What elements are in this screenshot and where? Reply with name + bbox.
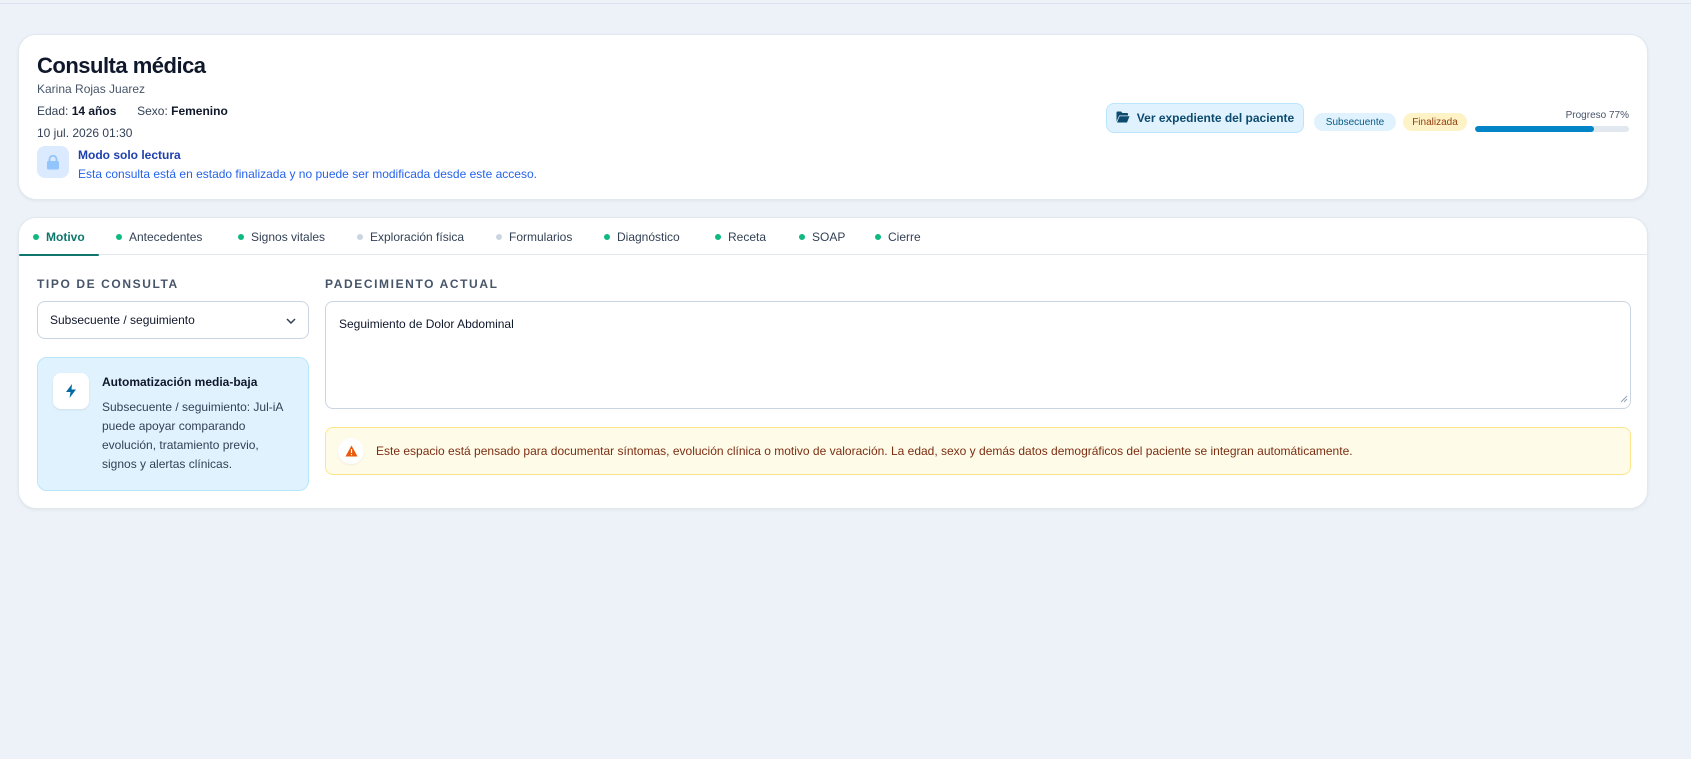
current-illness-label: PADECIMIENTO ACTUAL bbox=[325, 277, 499, 291]
status-dot-icon bbox=[604, 233, 610, 240]
tab-label: Exploración física bbox=[370, 229, 465, 244]
tab-label: Formularios bbox=[509, 229, 573, 244]
consult-type-select[interactable]: Subsecuente / seguimiento bbox=[37, 301, 309, 339]
info-notice: Este espacio está pensado para documenta… bbox=[325, 427, 1631, 475]
progress-label: Progreso 77% bbox=[1565, 110, 1629, 121]
view-patient-record-label: Ver expediente del paciente bbox=[1136, 111, 1295, 125]
resize-handle-icon[interactable] bbox=[1620, 392, 1628, 406]
status-dot-icon bbox=[116, 233, 122, 240]
chevron-down-icon bbox=[286, 313, 296, 327]
consult-type-value: Subsecuente / seguimiento bbox=[50, 313, 195, 327]
section-tabs: Motivo Antecedentes Signos vitales Explo… bbox=[19, 218, 1647, 256]
status-dot-icon bbox=[496, 233, 502, 240]
tab-diagnostico[interactable]: Diagnóstico bbox=[604, 218, 680, 255]
tab-receta[interactable]: Receta bbox=[715, 218, 766, 255]
readonly-description: Esta consulta está en estado finalizada … bbox=[78, 167, 537, 181]
tab-label: Cierre bbox=[888, 229, 921, 244]
status-dot-icon bbox=[33, 233, 39, 240]
age-label: Edad: bbox=[37, 104, 69, 118]
readonly-title: Modo solo lectura bbox=[78, 148, 181, 162]
tab-label: Receta bbox=[728, 229, 767, 244]
automation-panel: Automatización media-baja Subsecuente / … bbox=[37, 357, 309, 491]
view-patient-record-button[interactable]: Ver expediente del paciente bbox=[1106, 103, 1304, 133]
tab-label: Signos vitales bbox=[251, 229, 326, 244]
status-dot-icon bbox=[715, 233, 721, 240]
status-dot-icon bbox=[238, 233, 244, 240]
tab-label: Antecedentes bbox=[129, 229, 203, 244]
tab-soap[interactable]: SOAP bbox=[799, 218, 845, 255]
lock-icon bbox=[37, 146, 69, 178]
tab-cierre[interactable]: Cierre bbox=[875, 218, 921, 255]
automation-text: Subsecuente / seguimiento: Jul-iA puede … bbox=[102, 400, 283, 471]
consultation-datetime: 10 jul. 2026 01:30 bbox=[37, 126, 133, 140]
consultation-type-badge: Subsecuente bbox=[1314, 113, 1396, 131]
tab-label: Diagnóstico bbox=[617, 229, 680, 244]
current-illness-textarea[interactable]: Seguimiento de Dolor Abdominal bbox=[325, 301, 1631, 409]
sex-label: Sexo: bbox=[137, 104, 168, 118]
status-dot-icon bbox=[799, 233, 805, 240]
tab-label: Motivo bbox=[46, 229, 85, 244]
sex-value: Femenino bbox=[171, 104, 228, 118]
tab-formularios[interactable]: Formularios bbox=[496, 218, 572, 255]
automation-title: Automatización media-baja bbox=[102, 375, 258, 389]
status-dot-icon bbox=[357, 233, 363, 240]
patient-name: Karina Rojas Juarez bbox=[37, 82, 146, 96]
tab-exploracion-fisica[interactable]: Exploración física bbox=[357, 218, 464, 255]
current-illness-value: Seguimiento de Dolor Abdominal bbox=[339, 317, 514, 331]
page-title: Consulta médica bbox=[37, 53, 206, 78]
progress-bar bbox=[1475, 126, 1629, 132]
tab-label: SOAP bbox=[812, 229, 846, 244]
progress-bar-fill bbox=[1475, 126, 1594, 132]
tab-antecedentes[interactable]: Antecedentes bbox=[116, 218, 202, 255]
consult-type-label: TIPO DE CONSULTA bbox=[37, 277, 179, 291]
status-badge: Finalizada bbox=[1403, 113, 1467, 131]
patient-demographics: Edad: 14 años Sexo: Femenino bbox=[37, 104, 228, 118]
tab-motivo[interactable]: Motivo bbox=[19, 218, 99, 256]
notice-text: Este espacio está pensado para documenta… bbox=[376, 444, 1353, 458]
consultation-main-card: Motivo Antecedentes Signos vitales Explo… bbox=[18, 217, 1648, 509]
folder-open-icon bbox=[1116, 111, 1130, 126]
bolt-icon bbox=[53, 373, 89, 409]
status-dot-icon bbox=[875, 233, 881, 240]
tab-signos-vitales[interactable]: Signos vitales bbox=[238, 218, 325, 255]
age-value: 14 años bbox=[71, 104, 117, 118]
warning-icon bbox=[338, 438, 364, 464]
top-divider bbox=[0, 3, 1691, 4]
consultation-header-card: Consulta médica Karina Rojas Juarez Edad… bbox=[18, 34, 1648, 200]
